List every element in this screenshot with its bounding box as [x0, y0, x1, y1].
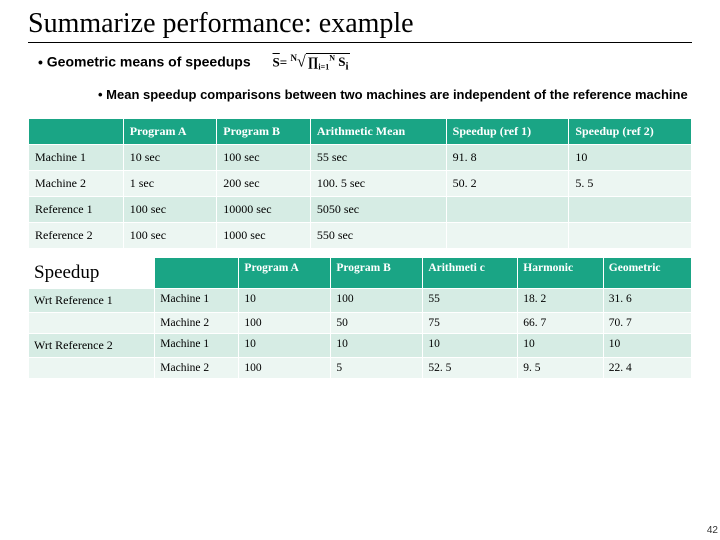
- cell: 100: [331, 288, 423, 312]
- cell: Reference 2: [29, 222, 124, 248]
- cell: 100. 5 sec: [310, 170, 446, 196]
- t2-h-progA: Program A: [239, 257, 331, 288]
- cell: Machine 1: [29, 144, 124, 170]
- cell: 10: [518, 333, 604, 357]
- cell: [446, 196, 569, 222]
- cell: 100: [239, 357, 331, 378]
- cell: 10: [331, 333, 423, 357]
- cell: Machine 1: [155, 288, 239, 312]
- cell: 100 sec: [123, 222, 217, 248]
- t2-h-geom: Geometric: [603, 257, 691, 288]
- cell: 10: [239, 288, 331, 312]
- table-row: Reference 2 100 sec 1000 sec 550 sec: [29, 222, 692, 248]
- cell: 100 sec: [217, 144, 311, 170]
- cell: Wrt Reference 2: [29, 333, 155, 357]
- cell: Machine 1: [155, 333, 239, 357]
- bullet1-text: Geometric means of speedups: [47, 54, 251, 70]
- cell: [29, 312, 155, 333]
- cell: 22. 4: [603, 357, 691, 378]
- cell: 5050 sec: [310, 196, 446, 222]
- cell: 550 sec: [310, 222, 446, 248]
- table-speedup: Speedup Program A Program B Arithmeti c …: [28, 257, 692, 379]
- table-row: Wrt Reference 1 Machine 1 10 100 55 18. …: [29, 288, 692, 312]
- cell: Machine 2: [155, 357, 239, 378]
- cell: 10000 sec: [217, 196, 311, 222]
- table-row: Machine 2 100 50 75 66. 7 70. 7: [29, 312, 692, 333]
- table-row: Wrt Reference 2 Machine 1 10 10 10 10 10: [29, 333, 692, 357]
- page-number: 42: [707, 525, 718, 536]
- cell: 18. 2: [518, 288, 604, 312]
- cell: [446, 222, 569, 248]
- cell: 100: [239, 312, 331, 333]
- t2-h-arith: Arithmeti c: [423, 257, 518, 288]
- t2-h-progB: Program B: [331, 257, 423, 288]
- bullet-independent: Mean speedup comparisons between two mac…: [98, 87, 692, 104]
- bullet-geometric-means: Geometric means of speedups S= N√∏i=1N S…: [38, 53, 692, 73]
- cell: 10: [423, 333, 518, 357]
- table-row: Reference 1 100 sec 10000 sec 5050 sec: [29, 196, 692, 222]
- cell: [29, 357, 155, 378]
- cell: 5: [331, 357, 423, 378]
- cell: 1 sec: [123, 170, 217, 196]
- cell: 55: [423, 288, 518, 312]
- cell: 70. 7: [603, 312, 691, 333]
- cell: 9. 5: [518, 357, 604, 378]
- cell: 75: [423, 312, 518, 333]
- cell: [569, 222, 692, 248]
- speedup-title-cell: Speedup: [29, 257, 155, 288]
- cell: 5. 5: [569, 170, 692, 196]
- t1-h-sp1: Speedup (ref 1): [446, 118, 569, 144]
- cell: 200 sec: [217, 170, 311, 196]
- cell: 50. 2: [446, 170, 569, 196]
- table-row: Machine 1 10 sec 100 sec 55 sec 91. 8 10: [29, 144, 692, 170]
- cell: 52. 5: [423, 357, 518, 378]
- formula: S= N√∏i=1N Si: [273, 53, 351, 73]
- t1-h-sp2: Speedup (ref 2): [569, 118, 692, 144]
- t1-h-arith: Arithmetic Mean: [310, 118, 446, 144]
- cell: 10: [603, 333, 691, 357]
- cell: 1000 sec: [217, 222, 311, 248]
- cell: Machine 2: [155, 312, 239, 333]
- t2-h-blank2: [155, 257, 239, 288]
- cell: 50: [331, 312, 423, 333]
- cell: Reference 1: [29, 196, 124, 222]
- cell: [569, 196, 692, 222]
- cell: Machine 2: [29, 170, 124, 196]
- cell: 10: [239, 333, 331, 357]
- table-performance: Program A Program B Arithmetic Mean Spee…: [28, 118, 692, 249]
- table-row: Machine 2 1 sec 200 sec 100. 5 sec 50. 2…: [29, 170, 692, 196]
- cell: 31. 6: [603, 288, 691, 312]
- cell: 10: [569, 144, 692, 170]
- t1-h-progA: Program A: [123, 118, 217, 144]
- t1-h-progB: Program B: [217, 118, 311, 144]
- cell: 100 sec: [123, 196, 217, 222]
- t1-h-blank: [29, 118, 124, 144]
- cell: 91. 8: [446, 144, 569, 170]
- speedup-title: Speedup: [34, 262, 99, 283]
- cell: 10 sec: [123, 144, 217, 170]
- cell: 55 sec: [310, 144, 446, 170]
- table-row: Machine 2 100 5 52. 5 9. 5 22. 4: [29, 357, 692, 378]
- cell: 66. 7: [518, 312, 604, 333]
- cell: Wrt Reference 1: [29, 288, 155, 312]
- t2-h-harm: Harmonic: [518, 257, 604, 288]
- slide-title: Summarize performance: example: [28, 8, 692, 43]
